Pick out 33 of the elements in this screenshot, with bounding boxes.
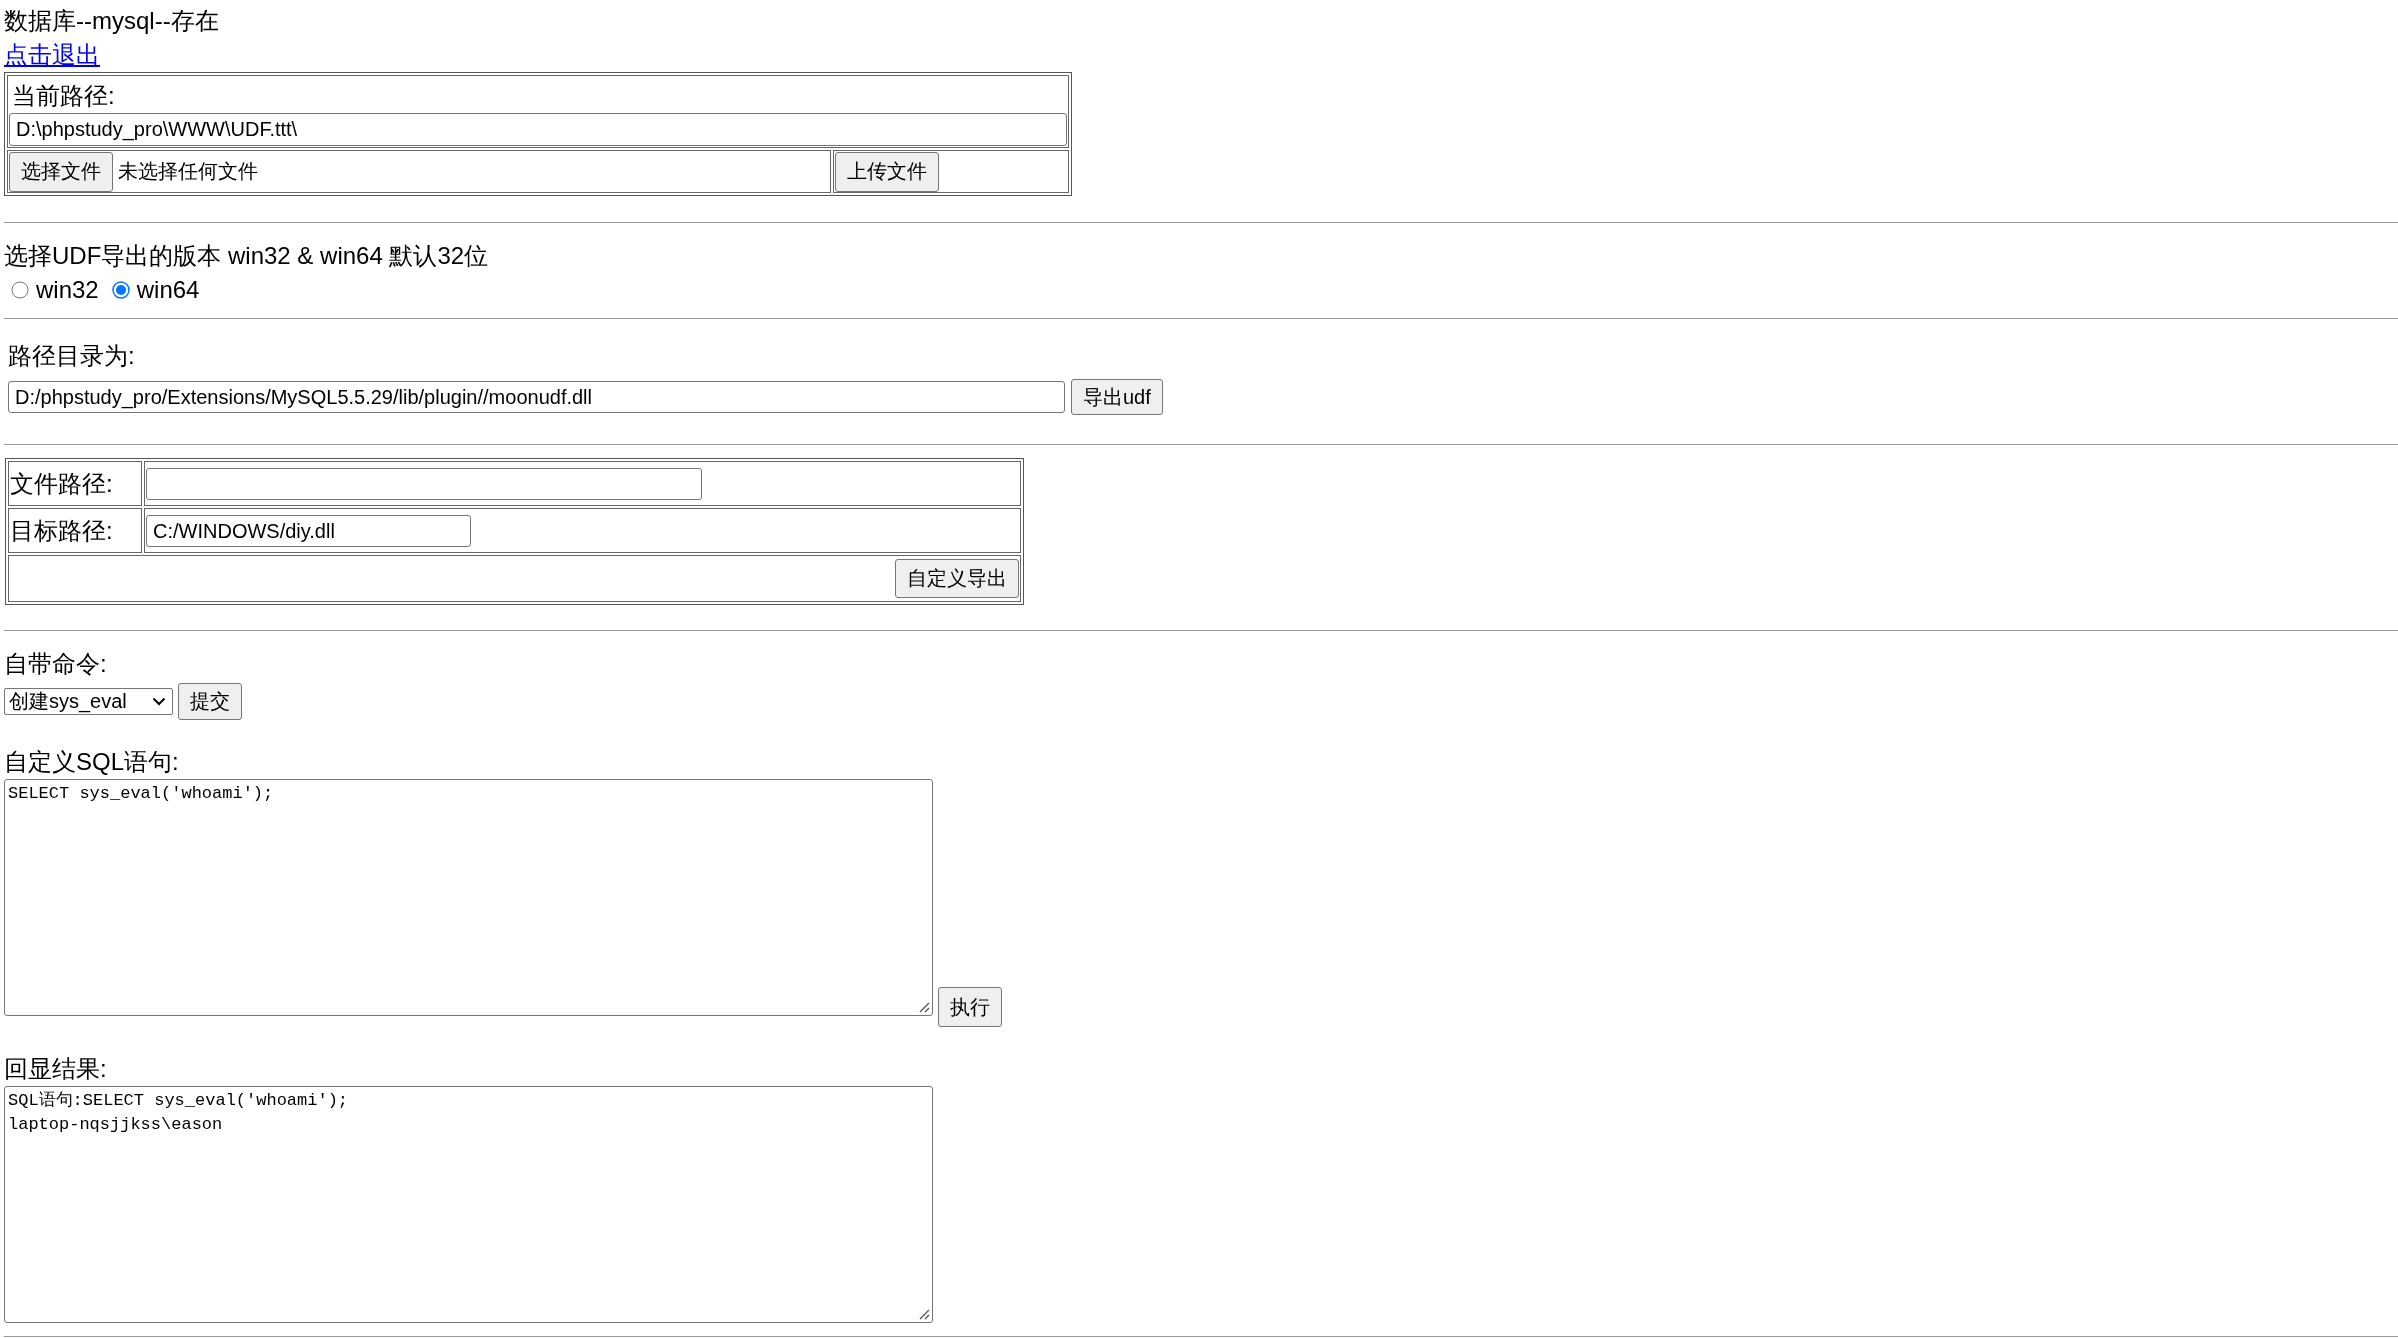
resize-grip-icon[interactable] [919,1002,930,1013]
chevron-down-icon [152,697,166,706]
path-input-field[interactable] [146,467,702,500]
execute-button[interactable]: 执行 [938,987,1002,1027]
choose-file-button[interactable]: 选择文件 [9,151,113,192]
sql-textarea[interactable]: SELECT sys_eval('whoami'); [4,779,933,1016]
path-input-field[interactable]: C:/WINDOWS/diy.dll [146,514,471,547]
upload-file-button[interactable]: 上传文件 [835,151,939,192]
radio-label: win32 [36,275,99,305]
export-path-label: 路径目录为: [8,341,135,371]
page-title: 数据库--mysql--存在 [4,6,219,36]
file-status-text: 未选择任何文件 [118,159,258,184]
result-label: 回显结果: [4,1054,107,1084]
logout-link[interactable]: 点击退出 [4,38,100,72]
radio-button[interactable] [111,281,130,299]
custom-export-button[interactable]: 自定义导出 [895,559,1019,598]
export-udf-button[interactable]: 导出udf [1071,379,1163,415]
radio-button[interactable] [11,281,29,299]
export-path-field[interactable]: D:/phpstudy_pro/Extensions/MySQL5.5.29/lib/plugin//moonudf.dll [8,381,1065,413]
version-prompt: 选择UDF导出的版本 win32 & win64 默认32位 [4,241,489,271]
radio-label: win64 [136,275,200,305]
result-textarea[interactable]: SQL语句:SELECT sys_eval('whoami'); laptop-nqsjjkss\eason [4,1086,933,1323]
command-label: 自带命令: [4,649,107,679]
path-label: 当前路径: [11,81,115,111]
field-label: 文件路径: [10,468,113,499]
path-input-field[interactable]: D:\phpstudy_pro\WWW\UDF.ttt\ [9,113,1067,146]
output-line: laptop-nqsjjkss\eason [8,1114,223,1136]
submit-button[interactable]: 提交 [178,683,242,720]
resize-grip-icon[interactable] [919,1309,930,1320]
command-select[interactable]: 创建sys_eval [4,688,173,715]
output-line: SQL语句:SELECT sys_eval('whoami'); [8,1090,349,1112]
field-label: 目标路径: [10,515,113,546]
sql-label: 自定义SQL语句: [4,747,179,777]
